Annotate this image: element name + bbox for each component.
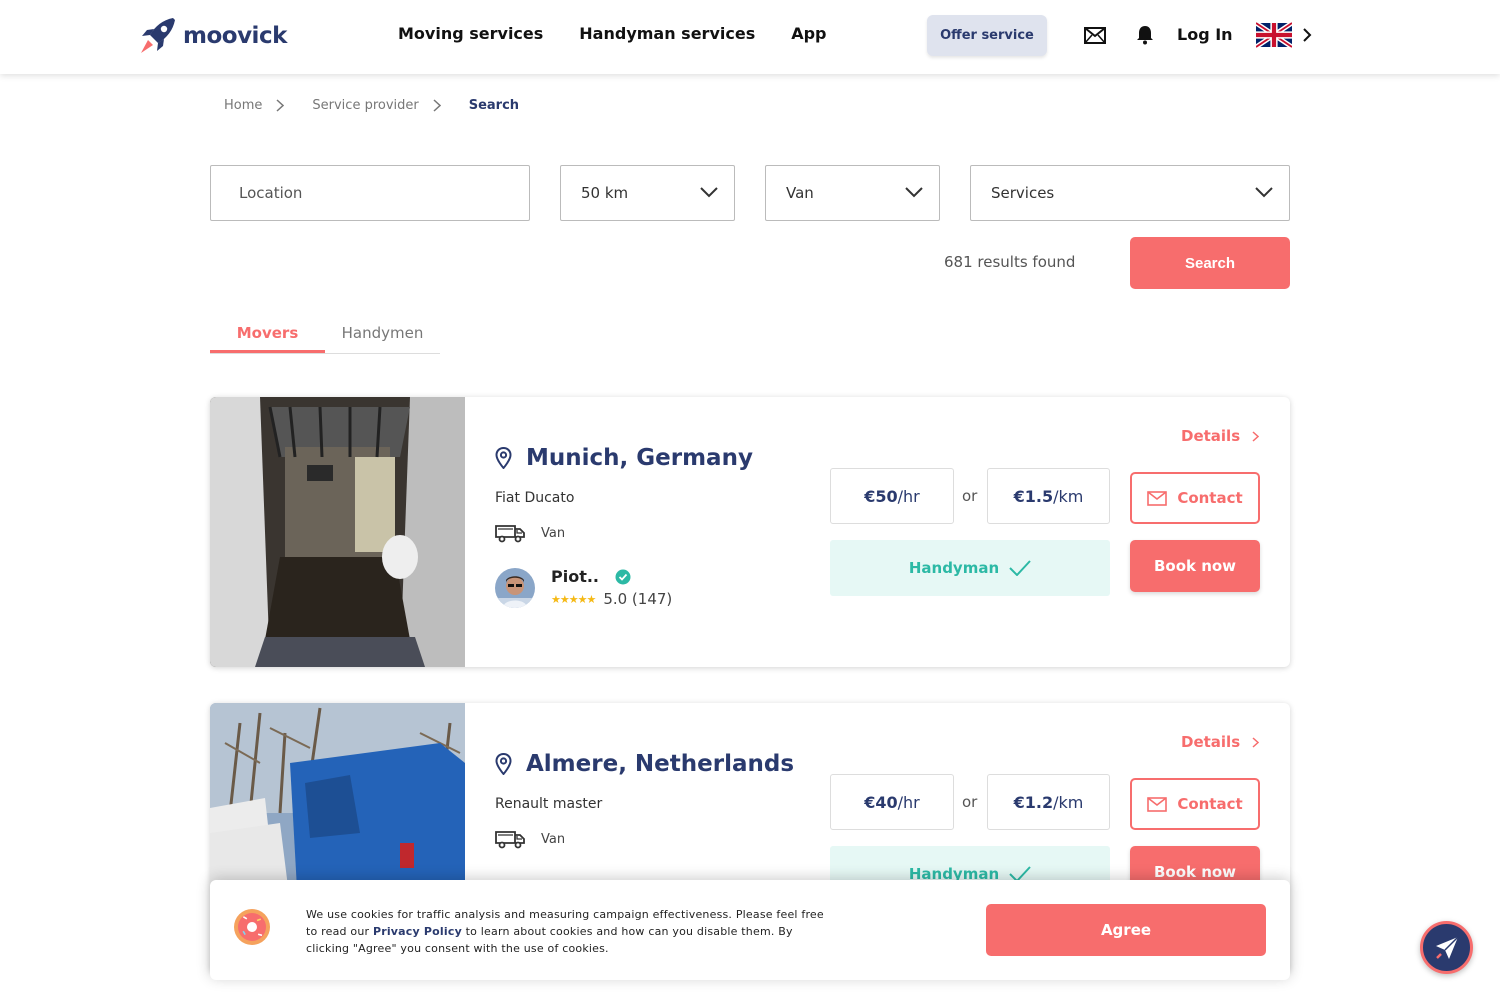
mail-icon <box>1147 796 1168 812</box>
location-pin-icon <box>495 753 512 775</box>
star-rating-icon: ★★★★★ <box>551 592 596 606</box>
contact-label: Contact <box>1177 795 1243 813</box>
chat-launcher-button[interactable] <box>1420 921 1473 974</box>
listing-city[interactable]: Almere, Netherlands <box>495 751 794 777</box>
details-label: Details <box>1181 427 1241 445</box>
mail-icon <box>1147 490 1168 506</box>
per-km-price: €1.5/km <box>987 468 1110 524</box>
hourly-price-value: €40 <box>864 792 898 812</box>
provider-info[interactable]: Piot.. ★★★★★ 5.0 (147) <box>495 567 672 608</box>
chevron-down-icon <box>905 187 923 198</box>
per-km-price-value: €1.2 <box>1013 792 1054 812</box>
city-name: Almere, Netherlands <box>526 751 795 777</box>
hourly-price: €50/hr <box>830 468 954 524</box>
checkmark-icon <box>1009 560 1031 576</box>
handyman-label: Handyman <box>908 559 1000 577</box>
cookie-banner: We use cookies for traffic analysis and … <box>210 880 1290 980</box>
breadcrumb-home[interactable]: Home <box>224 98 262 113</box>
results-count: 681 results found <box>944 253 1076 271</box>
per-km-price: €1.2/km <box>987 774 1110 830</box>
provider-name: Piot.. <box>551 567 600 586</box>
book-now-button[interactable]: Book now <box>1130 540 1260 592</box>
hourly-price-value: €50 <box>864 486 898 506</box>
van-icon <box>495 831 525 849</box>
chevron-down-icon <box>700 187 718 198</box>
handyman-badge: Handyman <box>830 540 1110 596</box>
chevron-right-icon <box>433 99 441 112</box>
chevron-right-icon <box>1252 736 1260 748</box>
chevron-right-icon <box>276 99 285 112</box>
vehicle-select[interactable]: Van <box>765 165 940 221</box>
chevron-right-icon <box>1252 430 1260 442</box>
tab-handymen[interactable]: Handymen <box>325 318 440 353</box>
login-link[interactable]: Log In <box>1177 25 1233 44</box>
or-label: or <box>962 793 978 811</box>
breadcrumb-current: Search <box>468 98 520 113</box>
chevron-down-icon <box>1255 187 1273 198</box>
or-label: or <box>962 487 978 505</box>
bell-icon[interactable] <box>1136 25 1154 45</box>
mail-icon[interactable] <box>1084 27 1106 44</box>
donut-cookie-icon <box>234 909 270 945</box>
search-button[interactable]: Search <box>1130 237 1290 289</box>
contact-button[interactable]: Contact <box>1130 472 1260 524</box>
city-name: Munich, Germany <box>526 445 753 471</box>
logo-text: moovick <box>183 23 287 49</box>
provider-tabs: Movers Handymen <box>210 318 440 354</box>
nav-moving-services[interactable]: Moving services <box>398 24 543 43</box>
vehicle-type-label: Van <box>541 831 566 847</box>
uk-flag-icon[interactable] <box>1256 22 1292 48</box>
breadcrumb: Home Service provider Search <box>224 98 519 113</box>
per-km-price-unit: /km <box>1053 792 1084 812</box>
avatar[interactable] <box>495 567 535 608</box>
vehicle-model: Fiat Ducato <box>495 490 575 506</box>
listing-city[interactable]: Munich, Germany <box>495 445 753 471</box>
hourly-price-unit: /hr <box>897 792 920 812</box>
rating-value: 5.0 (147) <box>603 590 673 608</box>
per-km-price-unit: /km <box>1053 486 1084 506</box>
per-km-price-value: €1.5 <box>1013 486 1054 506</box>
radius-select[interactable]: 50 km <box>560 165 735 221</box>
details-label: Details <box>1181 733 1241 751</box>
logo[interactable]: moovick <box>137 16 287 56</box>
provider-rating: ★★★★★ 5.0 (147) <box>551 590 672 608</box>
van-interior-photo[interactable] <box>210 397 465 667</box>
verified-badge-icon <box>615 569 631 584</box>
breadcrumb-service-provider[interactable]: Service provider <box>312 98 418 113</box>
services-value: Services <box>991 184 1055 202</box>
listing-card[interactable]: Munich, Germany Fiat Ducato Van Piot.. ★… <box>210 397 1290 667</box>
privacy-policy-link[interactable]: Privacy Policy <box>373 925 462 938</box>
hourly-price-unit: /hr <box>897 486 920 506</box>
nav-handyman-services[interactable]: Handyman services <box>579 24 755 43</box>
offer-service-button[interactable]: Offer service <box>927 15 1047 56</box>
provider-name-row: Piot.. <box>551 567 672 586</box>
details-link[interactable]: Details <box>1181 733 1260 751</box>
tab-movers[interactable]: Movers <box>210 318 325 353</box>
location-input[interactable] <box>211 184 529 202</box>
location-pin-icon <box>495 447 512 469</box>
contact-label: Contact <box>1177 489 1243 507</box>
paper-plane-icon <box>1435 935 1459 959</box>
services-select[interactable]: Services <box>970 165 1290 221</box>
chevron-right-icon[interactable] <box>1302 28 1312 42</box>
hourly-price: €40/hr <box>830 774 954 830</box>
main-nav: Moving services Handyman services App <box>398 24 827 43</box>
agree-button[interactable]: Agree <box>986 904 1266 956</box>
van-icon <box>495 525 525 543</box>
vehicle-type: Van <box>495 523 565 543</box>
cookie-message: We use cookies for traffic analysis and … <box>306 906 826 957</box>
site-header: moovick Moving services Handyman service… <box>0 0 1500 74</box>
vehicle-model: Renault master <box>495 796 603 812</box>
vehicle-type: Van <box>495 829 565 849</box>
location-field[interactable] <box>210 165 530 221</box>
details-link[interactable]: Details <box>1181 427 1260 445</box>
contact-button[interactable]: Contact <box>1130 778 1260 830</box>
vehicle-type-label: Van <box>541 525 566 541</box>
nav-app[interactable]: App <box>791 24 826 43</box>
rocket-logo-icon <box>141 18 175 53</box>
